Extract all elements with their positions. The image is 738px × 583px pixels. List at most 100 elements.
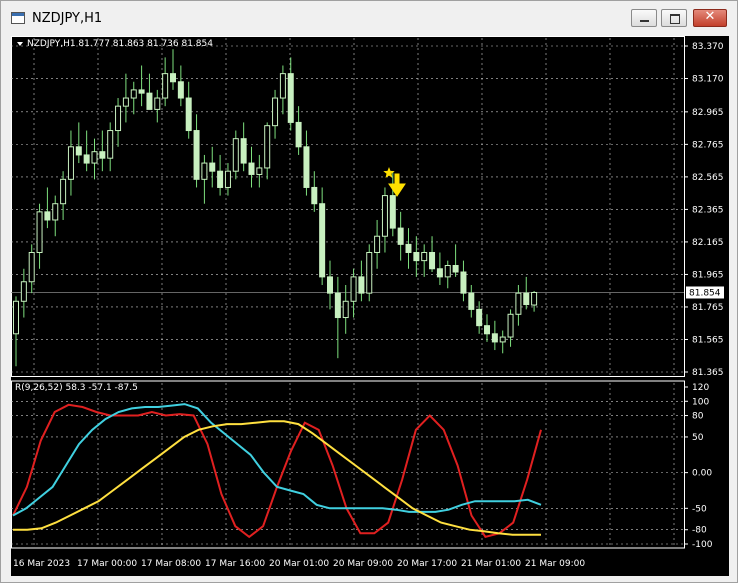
indicator-axis-label: -100 [692,540,713,550]
chart-canvas[interactable]: 16 Mar 2023 17 Mar 00:00 17 Mar 08:00 17 Ma… [11,36,729,576]
price-axis-label: 81.565 [692,335,724,345]
indicator-axis-label: 100 [692,397,709,407]
candle-body [531,291,538,306]
candle-body [162,73,169,99]
candle-body [319,203,326,278]
candle-body [413,251,420,262]
title-bar[interactable]: NZDJPY,H1 ✕ [1,1,737,35]
candle-body [67,146,74,180]
candle-body [83,154,90,164]
indicator-axis-label: 80 [692,412,704,422]
indicator-axis-label: 120 [692,383,709,393]
candle-body [60,178,67,205]
candle-body [436,268,443,278]
candle-body [130,89,137,99]
candle-body [217,170,224,188]
candle-body [115,105,122,132]
candle-body [452,265,459,273]
indicator-axis-label: -80 [692,526,707,536]
candle-body [20,281,27,302]
candle-body [209,162,216,172]
time-axis-label: 21 Mar 09:00 [525,559,585,569]
current-price-label: 81.854 [689,288,721,298]
candle-body [523,292,530,306]
candle-body [122,97,129,107]
indicator-axis-label: -50 [692,504,707,514]
candle-body [193,130,200,180]
candle-body [99,151,106,159]
candle-body [232,138,239,172]
price-axis-label: 83.170 [692,75,724,85]
candle-body [491,333,498,343]
candle-body [327,276,333,294]
candle-body [52,203,59,221]
price-axis-label: 82.165 [692,238,724,248]
chart-window: NZDJPY,H1 ✕ 16 Mar 2023 17 Mar 00:00 17 Ma… [0,0,738,583]
candle-body [28,251,35,283]
candle-body [146,92,153,110]
candle-body [507,313,514,338]
minimize-button[interactable] [631,9,657,27]
time-axis-label: 17 Mar 00:00 [77,559,137,569]
candle-body [515,292,522,315]
chart-area[interactable]: 16 Mar 2023 17 Mar 00:00 17 Mar 08:00 17 Ma… [11,36,729,576]
candle-body [13,300,19,335]
candle-body [311,186,318,205]
candle-body [303,146,310,188]
candle-body [240,138,247,164]
candle-body [374,235,381,253]
candle-body [138,89,145,94]
time-axis-label: 20 Mar 01:00 [269,559,329,569]
price-axis-label: 81.365 [692,368,724,378]
price-axis-label: 83.370 [692,42,724,52]
candle-body [358,276,365,294]
price-axis-label: 82.565 [692,173,724,183]
price-chart-header: NZDJPY,H1 81.777 81.863 81.736 81.854 [27,39,213,49]
candle-body [381,195,388,237]
candle-body [224,170,231,188]
candle-body [107,130,114,159]
close-button[interactable]: ✕ [693,9,727,27]
candle-body [264,125,271,169]
collapse-arrow-icon[interactable] [17,42,23,46]
candle-body [279,73,286,99]
candle-body [272,97,279,127]
indicator-line-1 [12,403,542,539]
candle-body [342,300,349,319]
time-axis-label: 21 Mar 01:00 [461,559,521,569]
time-axis-label: 17 Mar 08:00 [141,559,201,569]
candle-body [389,195,396,229]
candle-body [256,167,263,175]
candle-body [287,73,294,123]
price-axis-label: 82.965 [692,108,724,118]
candle-body [201,162,208,180]
price-axis-label: 81.765 [692,303,724,313]
candle-body [429,251,436,270]
indicator-axis-label: 0.00 [692,469,712,479]
candle-body [405,243,412,253]
candle-body [468,292,475,310]
candle-body [484,325,490,335]
candle-body [91,151,98,164]
candle-body [350,276,357,302]
candle-body [170,73,176,83]
price-axis-label: 82.765 [692,140,724,150]
candle-body [460,271,467,294]
close-icon: ✕ [704,9,716,24]
candle-body [295,121,302,148]
maximize-button[interactable] [661,9,687,27]
sell-arrow-icon [388,173,406,197]
candle-body [177,81,184,99]
time-axis-label: 20 Mar 17:00 [397,559,457,569]
candle-body [154,97,161,110]
candle-body [499,336,506,343]
candle-body [185,97,192,132]
candle-body [366,251,373,294]
price-axis-label: 82.365 [692,205,724,215]
candle-body [397,227,404,245]
price-axis-label: 81.965 [692,270,724,280]
candle-body [334,292,341,319]
candle-body [36,211,43,253]
candle-body [476,308,483,327]
candle-body [421,251,428,262]
